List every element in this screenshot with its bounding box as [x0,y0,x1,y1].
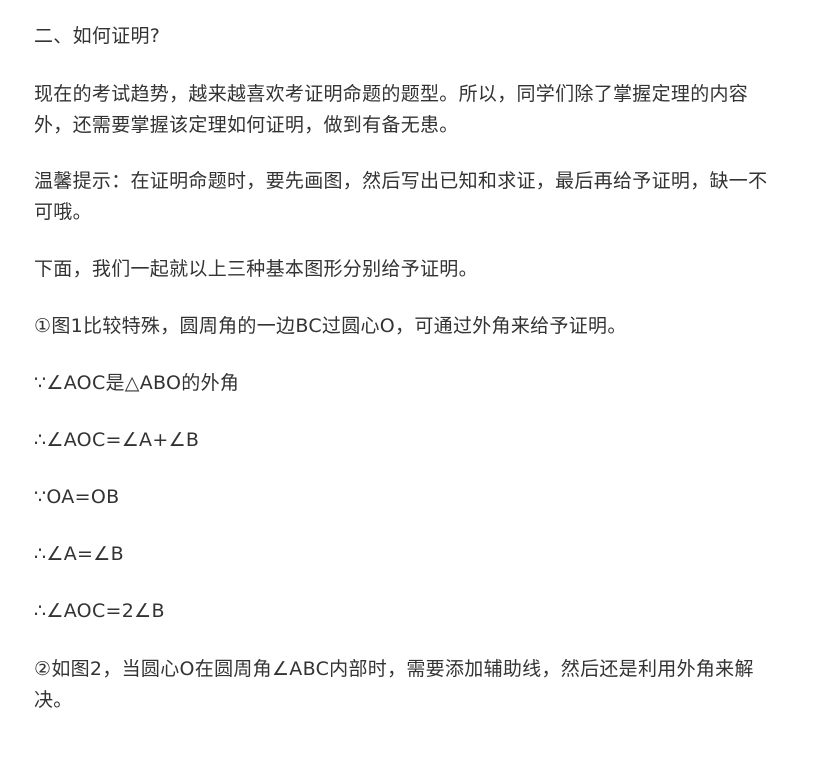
proof-step-1: ∵∠AOC是△ABO的外角 [34,372,240,394]
proof-step-4: ∴∠A=∠B [34,543,124,565]
paragraph-tip: 温馨提示：在证明命题时，要先画图，然后写出已知和求证，最后再给予证明，缺一不可哦… [34,170,768,223]
proof-step-3: ∵OA=OB [34,486,120,508]
section-heading: 二、如何证明? [34,25,161,47]
paragraph-exam-trend: 现在的考试趋势，越来越喜欢考证明命题的题型。所以，同学们除了掌握定理的内容外，还… [34,83,749,136]
paragraph-figure-2: ②如图2，当圆心O在圆周角∠ABC内部时，需要添加辅助线，然后还是利用外角来解决… [34,658,754,711]
paragraph-intro-proofs: 下面，我们一起就以上三种基本图形分别给予证明。 [34,258,478,280]
proof-step-2: ∴∠AOC=∠A+∠B [34,429,200,451]
paragraph-figure-1: ①图1比较特殊，圆周角的一边BC过圆心O，可通过外角来给予证明。 [34,315,627,337]
proof-step-5: ∴∠AOC=2∠B [34,600,165,622]
